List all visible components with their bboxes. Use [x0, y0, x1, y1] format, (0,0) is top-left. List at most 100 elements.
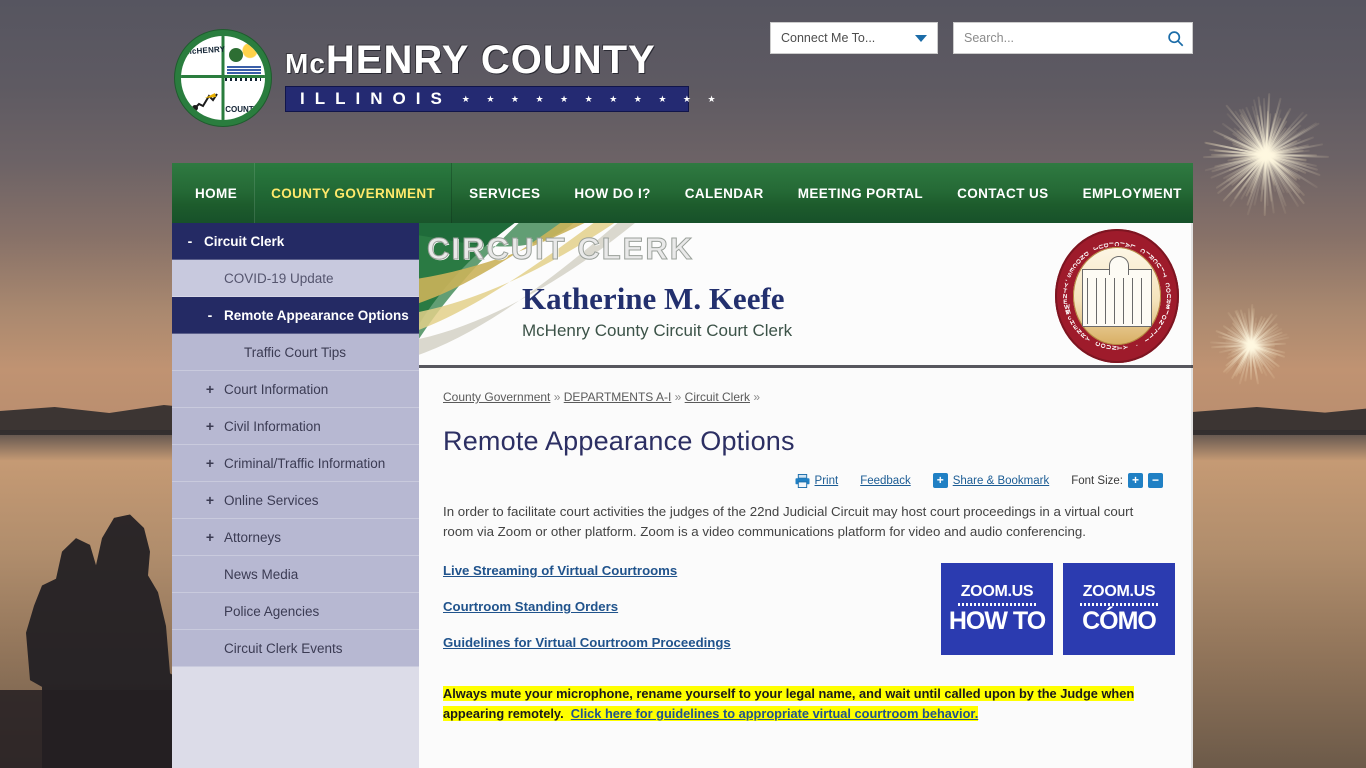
sidebar-item-label: Attorneys	[220, 530, 281, 545]
zoom-card-top: ZOOM.US	[1083, 583, 1156, 601]
breadcrumb-link[interactable]: Circuit Clerk	[685, 390, 750, 404]
sidebar-item-label: COVID-19 Update	[220, 271, 334, 286]
sidebar-item-label: Police Agencies	[220, 604, 319, 619]
breadcrumb-separator: »	[550, 390, 563, 404]
plus-square-icon: +	[933, 473, 948, 488]
sidebar-item-label: Circuit Clerk Events	[220, 641, 343, 656]
seal-ring-char: Y	[1084, 335, 1092, 343]
zoom-card-dots	[1080, 603, 1158, 606]
seal-ring-char: S	[1165, 302, 1171, 310]
document-link[interactable]: Live Streaming of Virtual Courtrooms	[443, 563, 677, 578]
sidebar-item-circuit-clerk[interactable]: - Circuit Clerk	[172, 223, 419, 260]
zoom-tutorial-card[interactable]: ZOOM.US HOW TO	[941, 563, 1053, 655]
zoom-tutorial-images: ZOOM.US HOW TO ZOOM.US CÓMO	[941, 563, 1175, 655]
seal-ring-char: ·	[1134, 343, 1141, 347]
collapse-icon: -	[180, 233, 200, 249]
zoom-card-top: ZOOM.US	[961, 583, 1034, 601]
seal-text-county: COUNTY	[225, 105, 259, 114]
county-logo[interactable]: McHENRY COUNTY	[175, 30, 271, 126]
font-size-label: Font Size:	[1071, 475, 1123, 487]
breadcrumb-separator: »	[671, 390, 684, 404]
site-header: McHENRY COUNTY McHENRY COUNTY ILLINOIS ★…	[0, 0, 1366, 163]
sidebar-item-remote-appearance-options[interactable]: - Remote Appearance Options	[172, 297, 419, 334]
sidebar-item-civil-information[interactable]: + Civil Information	[172, 408, 419, 445]
nav-item-county-government[interactable]: COUNTY GOVERNMENT	[254, 163, 452, 223]
nav-item-label: SERVICES	[469, 186, 540, 201]
important-notice: Always mute your microphone, rename your…	[443, 684, 1163, 724]
farmer-icon	[189, 92, 219, 114]
seal-ring-char: Y	[1122, 345, 1129, 350]
share-label: Share & Bookmark	[953, 475, 1050, 487]
sidebar-item-traffic-court-tips[interactable]: Traffic Court Tips	[172, 334, 419, 371]
nav-item-how-do-i[interactable]: HOW DO I?	[557, 163, 667, 223]
nav-item-label: EMPLOYMENT	[1083, 186, 1182, 201]
wordmark-county: McHENRY COUNTY	[285, 40, 689, 80]
collapse-icon: -	[200, 307, 220, 323]
connect-me-to-label: Connect Me To...	[781, 31, 875, 45]
connect-me-to-select[interactable]: Connect Me To...	[770, 22, 938, 54]
sidebar-item-label: Traffic Court Tips	[240, 345, 346, 360]
nav-item-label: CONTACT US	[957, 186, 1049, 201]
sidebar-item-online-services[interactable]: + Online Services	[172, 482, 419, 519]
nav-item-meeting-portal[interactable]: MEETING PORTAL	[781, 163, 940, 223]
expand-icon: +	[200, 455, 220, 471]
page-title: Remote Appearance Options	[443, 426, 1163, 457]
printer-icon	[795, 474, 810, 488]
search-box[interactable]	[953, 22, 1193, 54]
circuit-court-seal-icon: TWENTY-SECOND JUDICIAL CIRCUIT COURTMcHE…	[1055, 229, 1179, 363]
sidebar-items: - Circuit Clerk COVID-19 Update - Remote App…	[172, 223, 419, 667]
wordmark-state-bar: ILLINOIS ★ ★ ★ ★ ★ ★ ★ ★ ★ ★ ★	[285, 86, 689, 112]
font-increase-button[interactable]: +	[1128, 473, 1143, 488]
seal-ring-char: T	[1161, 270, 1167, 278]
clerk-name: Katherine M. Keefe	[522, 281, 785, 317]
breadcrumb-separator: »	[750, 390, 760, 404]
share-bookmark-button[interactable]: + Share & Bookmark	[933, 473, 1050, 488]
department-banner: CIRCUIT CLERK Katherine M. Keefe McHenry…	[419, 223, 1193, 368]
wordmark-state: ILLINOIS	[300, 89, 452, 109]
sidebar-item-label: Circuit Clerk	[200, 234, 284, 249]
notice-link[interactable]: Click here for guidelines to appropriate…	[571, 706, 978, 721]
nav-item-calendar[interactable]: CALENDAR	[668, 163, 781, 223]
sidebar-item-circuit-clerk-events[interactable]: Circuit Clerk Events	[172, 630, 419, 667]
sidebar-item-covid-19-update[interactable]: COVID-19 Update	[172, 260, 419, 297]
document-link[interactable]: Guidelines for Virtual Courtroom Proceed…	[443, 635, 731, 650]
article: County Government » DEPARTMENTS A-I » Ci…	[419, 368, 1193, 724]
print-button[interactable]: Print	[795, 474, 839, 488]
wordmark-rest: HENRY COUNTY	[326, 38, 656, 82]
nav-item-home[interactable]: HOME	[178, 163, 254, 223]
search-button[interactable]	[1158, 23, 1192, 53]
banner-title: CIRCUIT CLERK	[427, 231, 694, 267]
sidebar-item-attorneys[interactable]: + Attorneys	[172, 519, 419, 556]
page-toolbar: Print Feedback + Share & Bookmark Font S…	[443, 473, 1163, 488]
sidebar-item-court-information[interactable]: + Court Information	[172, 371, 419, 408]
font-decrease-button[interactable]: −	[1148, 473, 1163, 488]
nav-item-employment[interactable]: EMPLOYMENT	[1066, 163, 1199, 223]
nav-item-services[interactable]: SERVICES	[452, 163, 557, 223]
content-wrapper: - Circuit Clerk COVID-19 Update - Remote App…	[172, 223, 1193, 768]
chevron-down-icon	[915, 35, 927, 42]
breadcrumb-link[interactable]: County Government	[443, 390, 550, 404]
intro-paragraph: In order to facilitate court activities …	[443, 502, 1163, 542]
feedback-label: Feedback	[860, 475, 911, 487]
breadcrumb-link[interactable]: DEPARTMENTS A-I	[564, 390, 672, 404]
sidebar-item-police-agencies[interactable]: Police Agencies	[172, 593, 419, 630]
feedback-button[interactable]: Feedback	[860, 475, 911, 487]
breadcrumb: County Government » DEPARTMENTS A-I » Ci…	[443, 390, 1163, 404]
document-link[interactable]: Courtroom Standing Orders	[443, 599, 618, 614]
sidebar-item-criminal-traffic-information[interactable]: + Criminal/Traffic Information	[172, 445, 419, 482]
county-seal-icon: McHENRY COUNTY	[175, 30, 271, 126]
search-input[interactable]	[954, 23, 1158, 53]
zoom-card-bottom: CÓMO	[1082, 607, 1156, 636]
nav-item-contact-us[interactable]: CONTACT US	[940, 163, 1066, 223]
expand-icon: +	[200, 381, 220, 397]
sidebar-item-label: News Media	[220, 567, 298, 582]
zoom-tutorial-card[interactable]: ZOOM.US CÓMO	[1063, 563, 1175, 655]
tree-icon	[229, 48, 243, 62]
site-wordmark[interactable]: McHENRY COUNTY ILLINOIS ★ ★ ★ ★ ★ ★ ★ ★ …	[285, 40, 689, 112]
sidebar-item-news-media[interactable]: News Media	[172, 556, 419, 593]
nav-item-label: HOW DO I?	[574, 186, 650, 201]
zoom-card-dots	[958, 603, 1036, 606]
sidebar-item-label: Court Information	[220, 382, 328, 397]
sidebar-item-label: Criminal/Traffic Information	[220, 456, 385, 471]
print-label: Print	[815, 475, 839, 487]
